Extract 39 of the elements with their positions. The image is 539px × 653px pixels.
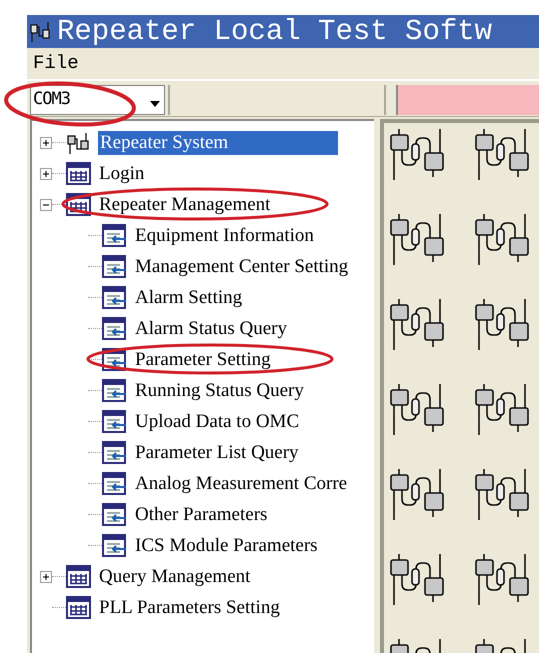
repeater-icon[interactable] [473,467,529,523]
repeater-icon[interactable] [388,382,444,438]
repeater-icon[interactable] [388,212,444,268]
tree-item[interactable]: Parameter List Query [133,440,301,464]
dropdown-arrow-icon [150,101,160,107]
tree-item[interactable]: PLL Parameters Setting [97,596,282,620]
repeater-icon[interactable] [388,297,444,353]
tree-item[interactable]: Upload Data to OMC [133,410,302,434]
tree-item[interactable]: ICS Module Parameters [133,534,320,558]
repeater-icon[interactable] [473,212,529,268]
port-select[interactable]: COM3 [30,85,165,115]
tree-item[interactable]: Repeater System [98,130,338,154]
repeater-icon[interactable] [388,127,444,183]
tree-item[interactable]: Management Center Setting [133,254,350,278]
tree-item[interactable]: Query Management [97,564,252,588]
window-title: Repeater Local Test Softw [57,17,492,46]
tree-item[interactable]: Repeater Management [97,192,272,216]
menu-item[interactable]: File [33,49,79,78]
repeater-icon[interactable] [473,382,529,438]
repeater-icon[interactable] [388,467,444,523]
expand-icon[interactable] [40,570,52,582]
tree-item[interactable]: Equipment Information [133,224,316,248]
expand-icon[interactable] [40,136,52,148]
tree-item[interactable]: Other Parameters [133,502,270,526]
expand-icon[interactable] [40,168,52,180]
table-icon [66,565,91,588]
tree-item[interactable]: Analog Measurement Corre [133,472,350,496]
repeater-icon[interactable] [388,552,444,608]
table-icon [66,162,91,185]
table-icon [66,596,91,619]
tree-item[interactable]: Alarm Setting [133,286,244,310]
tree-item[interactable]: Login [97,162,146,186]
repeater-icon[interactable] [473,552,529,608]
tree-item[interactable]: Alarm Status Query [133,316,289,340]
tree-item[interactable]: Parameter Setting [133,348,273,372]
repeater-icon[interactable] [473,297,529,353]
tree-item[interactable]: Running Status Query [133,378,306,402]
collapse-icon[interactable] [40,198,52,210]
repeater-icon[interactable] [473,127,529,183]
